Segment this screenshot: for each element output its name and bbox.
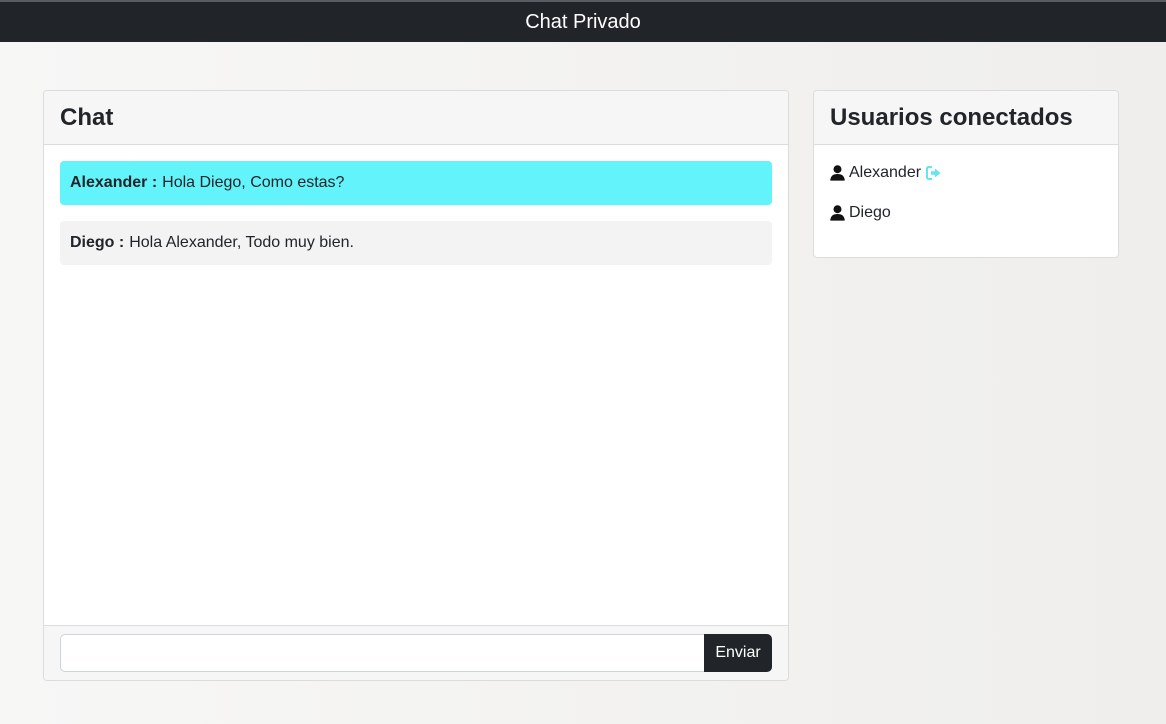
navbar: Chat Privado — [0, 0, 1166, 42]
chat-messages[interactable]: Alexander : Hola Diego, Como estas? Dieg… — [44, 145, 788, 625]
user-item-diego: Diego — [830, 201, 1102, 225]
user-name: Diego — [849, 204, 891, 221]
chat-message: Diego : Hola Alexander, Todo muy bien. — [60, 221, 772, 265]
user-icon — [830, 205, 845, 221]
users-list: Alexander Diego — [814, 145, 1118, 257]
message-input[interactable] — [60, 634, 704, 672]
chat-message: Alexander : Hola Diego, Como estas? — [60, 161, 772, 205]
message-sender: Alexander : — [70, 174, 158, 191]
message-text: Hola Diego, Como estas? — [162, 174, 345, 191]
chat-title: Chat — [60, 103, 114, 131]
users-card: Usuarios conectados Alexander Diego — [813, 90, 1119, 258]
chat-card-header: Chat — [44, 91, 788, 145]
user-icon — [830, 165, 845, 181]
sign-out-icon[interactable] — [926, 166, 942, 180]
user-name: Alexander — [849, 164, 922, 181]
message-sender: Diego : — [70, 234, 125, 251]
send-button[interactable]: Enviar — [704, 634, 772, 672]
navbar-title: Chat Privado — [525, 10, 641, 33]
chat-card: Chat Alexander : Hola Diego, Como estas?… — [43, 90, 789, 681]
message-text: Hola Alexander, Todo muy bien. — [129, 234, 354, 251]
user-item-alexander: Alexander — [830, 161, 1102, 185]
users-card-header: Usuarios conectados — [814, 91, 1118, 145]
users-title: Usuarios conectados — [830, 103, 1073, 131]
chat-footer: Enviar — [44, 625, 788, 680]
